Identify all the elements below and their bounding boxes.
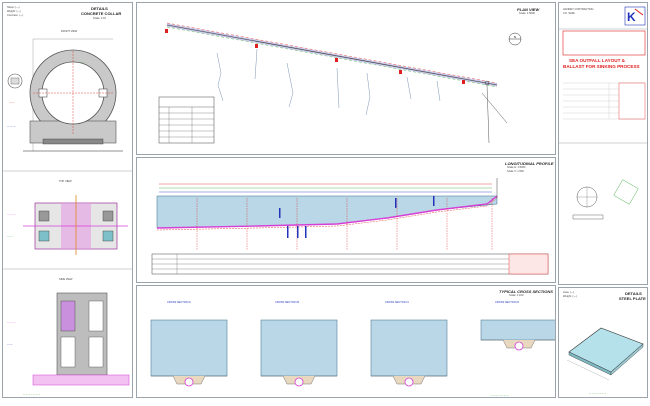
svg-text:~ ~ ~ ~ ~ ~ ~: ~ ~ ~ ~ ~ ~ ~ bbox=[589, 391, 607, 395]
svg-text:K: K bbox=[627, 10, 636, 24]
svg-text:— — —: — — — bbox=[7, 213, 16, 216]
collar-top-view: — — — — — bbox=[7, 195, 128, 255]
drawing-sheet: Sheet: (—) Weight: (—) Concrete: (—) DET… bbox=[0, 0, 650, 406]
collar-front-view: — — — — — — — bbox=[7, 38, 123, 152]
svg-text:— — —: — — — bbox=[7, 125, 16, 128]
profile-data-table bbox=[151, 253, 549, 275]
cross-section-c bbox=[370, 319, 448, 387]
collar-drawings: — — — — — — — — — — — — — — — — — ~ ~ ~ … bbox=[3, 38, 132, 396]
svg-text:— —: — — bbox=[7, 235, 13, 238]
svg-text:~ ~ ~ ~ ~ ~ ~: ~ ~ ~ ~ ~ ~ ~ bbox=[23, 392, 41, 396]
company-logo-icon: K bbox=[624, 6, 646, 26]
cross-section-b bbox=[260, 319, 338, 387]
collar-details-panel: Sheet: (—) Weight: (—) Concrete: (—) DET… bbox=[2, 2, 133, 398]
svg-text:— —: — — bbox=[79, 61, 85, 64]
longitudinal-profile-panel: LONGITUDINAL PROFILE Scale H: 1:5000 Sca… bbox=[136, 157, 556, 283]
plan-coordinates-table bbox=[158, 96, 215, 144]
plan-view-panel: PLAN VIEW Scale: 1:5000 N bbox=[136, 2, 556, 155]
steel-plate-panel: Area: (—) Weight: (—) DETAILS STEEL PLAT… bbox=[558, 287, 648, 398]
collar-side-view: — — — — — ~ ~ ~ ~ ~ ~ ~ bbox=[7, 292, 130, 396]
plan-view-drawing bbox=[158, 22, 522, 144]
title-block-drawing: K bbox=[559, 6, 647, 220]
svg-text:— —: — — bbox=[9, 101, 15, 104]
svg-text:— —: — — bbox=[7, 343, 13, 346]
svg-text:— — —: — — — bbox=[7, 321, 16, 324]
cross-section-d bbox=[480, 319, 555, 351]
cross-sections-drawing: ~ ~ ~ ~ ~ ~ ~ bbox=[150, 319, 555, 397]
side-view-label: SIDE VIEW bbox=[59, 278, 73, 281]
plan-markers bbox=[165, 29, 465, 84]
profile-drawing bbox=[151, 178, 549, 275]
title-block-panel: HANDEY CONTRACTING CO. SARL K SEA OUTFAL… bbox=[558, 2, 648, 285]
steel-plate-drawing: ~ ~ ~ ~ ~ ~ ~ bbox=[566, 327, 644, 395]
cross-sections-panel: TYPICAL CROSS SECTIONS Scale: 1:100 CROS… bbox=[136, 285, 556, 398]
north-label: N bbox=[514, 36, 516, 39]
drawing-title-line1: SEA OUTFALL LAYOUT & bbox=[569, 58, 625, 63]
cross-section-a bbox=[150, 319, 228, 387]
detail-sketches bbox=[572, 179, 639, 220]
top-view-label: TOP VIEW bbox=[59, 180, 72, 183]
drawing-title-line2: BALLAST FOR SINKING PROCESS bbox=[563, 64, 640, 69]
svg-text:~ ~ ~ ~ ~ ~ ~: ~ ~ ~ ~ ~ ~ ~ bbox=[491, 393, 509, 397]
